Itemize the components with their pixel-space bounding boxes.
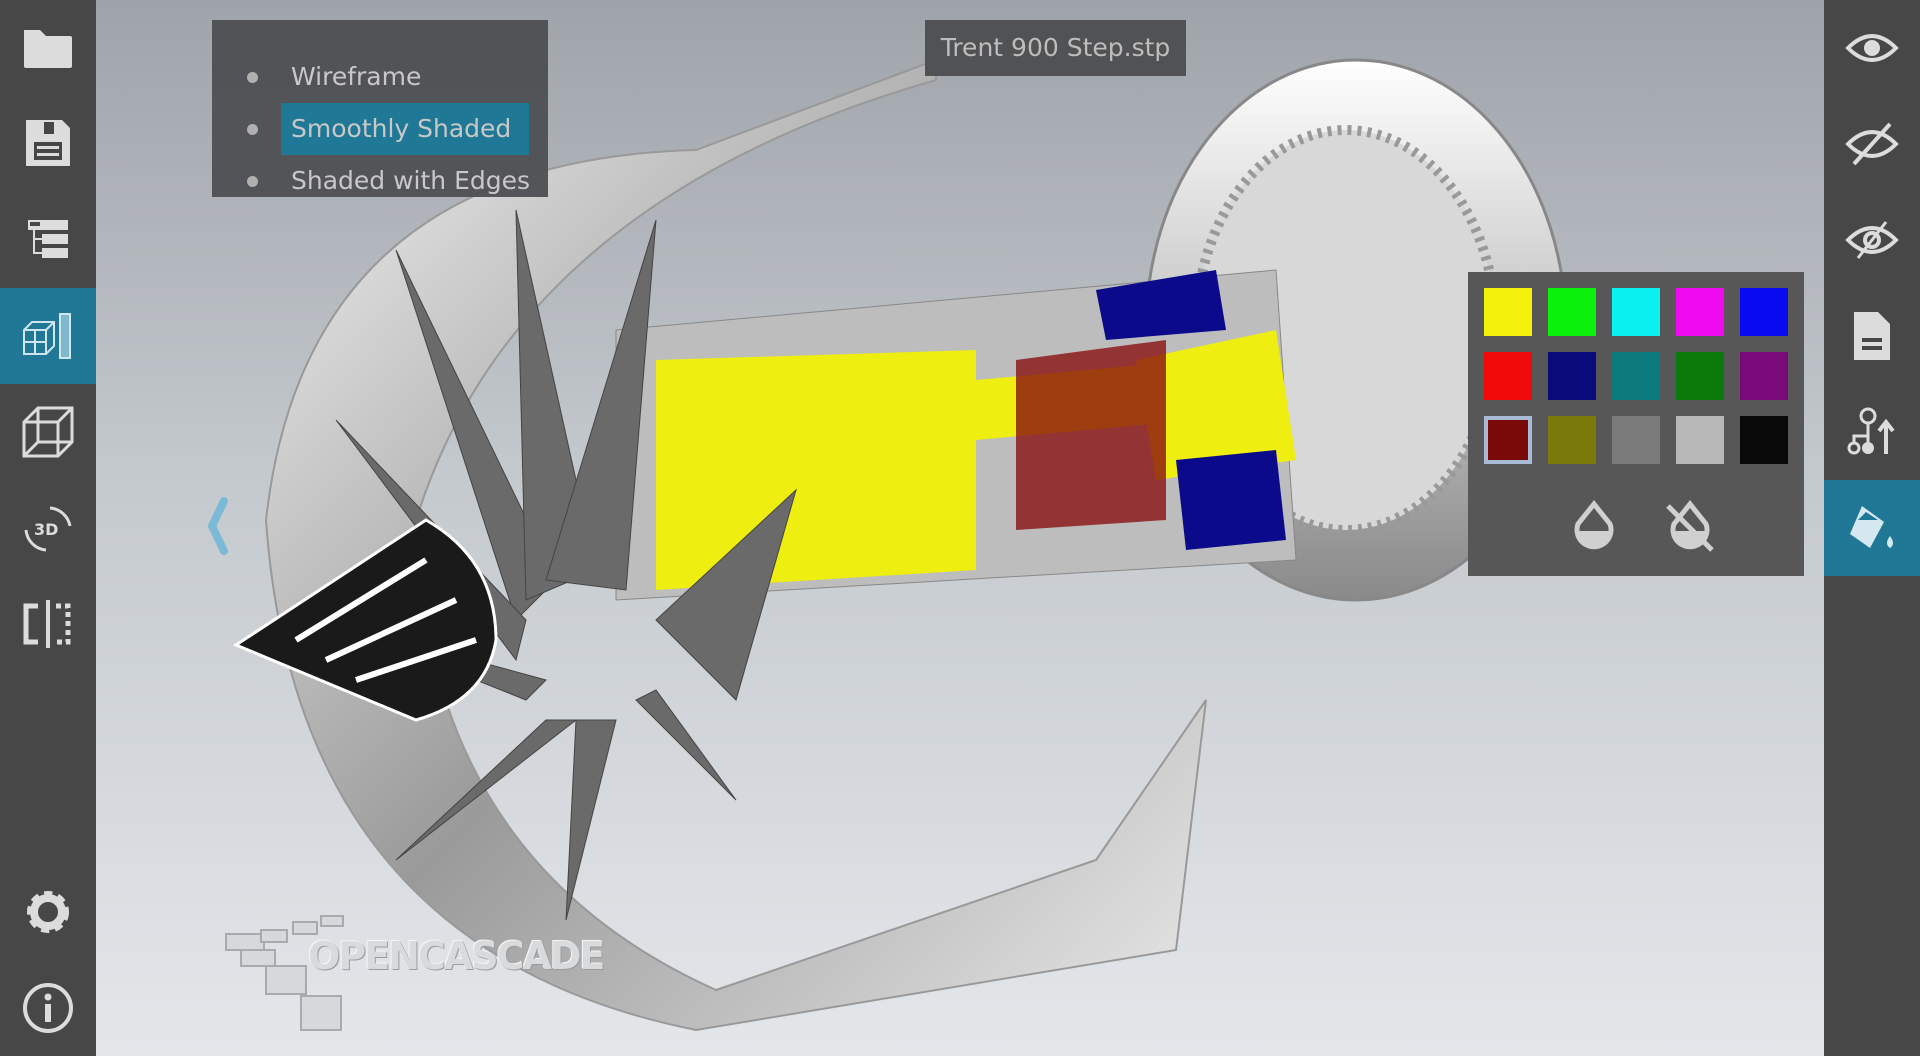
show-button[interactable] bbox=[1824, 0, 1920, 96]
tree-icon bbox=[28, 220, 68, 258]
settings-button[interactable] bbox=[0, 864, 96, 960]
color-swatch[interactable] bbox=[1548, 352, 1596, 400]
color-swatch[interactable] bbox=[1612, 416, 1660, 464]
bullet-icon bbox=[247, 124, 258, 135]
display-mode-icon bbox=[23, 313, 71, 359]
menu-item-shaded-with-edges[interactable]: Shaded with Edges bbox=[212, 155, 548, 207]
color-swatch[interactable] bbox=[1484, 416, 1532, 464]
about-button[interactable] bbox=[0, 960, 96, 1056]
transparency-off-button[interactable] bbox=[1662, 498, 1718, 554]
model-tree-button[interactable] bbox=[0, 192, 96, 288]
eye-off-icon bbox=[1845, 122, 1899, 166]
display-mode-button[interactable] bbox=[0, 288, 96, 384]
view-box-button[interactable] bbox=[0, 384, 96, 480]
color-swatch[interactable] bbox=[1548, 288, 1596, 336]
transparency-off-icon bbox=[1666, 499, 1714, 552]
menu-item-label: Smoothly Shaded bbox=[281, 103, 529, 155]
color-palette-panel bbox=[1468, 272, 1804, 576]
menu-item-label: Wireframe bbox=[291, 62, 422, 91]
wireframe-box-icon bbox=[22, 406, 74, 458]
color-swatch[interactable] bbox=[1612, 288, 1660, 336]
transparency-icon bbox=[1574, 499, 1614, 550]
rotate-3d-icon: 3D bbox=[24, 506, 72, 552]
color-swatch[interactable] bbox=[1676, 288, 1724, 336]
color-swatch[interactable] bbox=[1676, 416, 1724, 464]
clipping-plane-button[interactable] bbox=[0, 576, 96, 672]
menu-item-wireframe[interactable]: Wireframe bbox=[212, 51, 548, 103]
bullet-icon bbox=[247, 72, 258, 83]
paint-bucket-icon bbox=[1850, 506, 1893, 548]
left-toolbar: 3D bbox=[0, 0, 96, 1056]
3d-viewport[interactable]: OPENCASCADE Z X Trent 900 Step.stp Wiref… bbox=[96, 0, 1920, 1056]
right-toolbar bbox=[1824, 0, 1920, 1056]
menu-item-smoothly-shaded[interactable]: Smoothly Shaded bbox=[212, 103, 548, 155]
properties-button[interactable] bbox=[1824, 288, 1920, 384]
info-icon bbox=[23, 983, 73, 1033]
document-title: Trent 900 Step.stp bbox=[925, 20, 1186, 76]
color-swatch[interactable] bbox=[1740, 288, 1788, 336]
eye-icon bbox=[1845, 34, 1899, 62]
save-button[interactable] bbox=[0, 96, 96, 192]
color-button[interactable] bbox=[1824, 480, 1920, 576]
hide-button[interactable] bbox=[1824, 96, 1920, 192]
show-only-button[interactable] bbox=[1824, 192, 1920, 288]
document-icon bbox=[1854, 312, 1890, 360]
gear-icon bbox=[27, 891, 69, 933]
color-swatch[interactable] bbox=[1612, 352, 1660, 400]
display-mode-menu: Wireframe Smoothly Shaded Shaded with Ed… bbox=[212, 20, 548, 197]
color-swatch[interactable] bbox=[1484, 288, 1532, 336]
eye-outline-icon bbox=[1845, 221, 1899, 259]
color-swatch[interactable] bbox=[1676, 352, 1724, 400]
transparency-button[interactable] bbox=[1566, 498, 1622, 554]
save-icon bbox=[26, 120, 70, 166]
menu-item-label: Shaded with Edges bbox=[291, 166, 531, 195]
bullet-icon bbox=[247, 176, 258, 187]
clipping-plane-icon bbox=[23, 600, 71, 648]
color-swatch[interactable] bbox=[1740, 416, 1788, 464]
collapse-chevron-icon[interactable] bbox=[206, 495, 230, 557]
hierarchy-arrow-icon bbox=[1847, 407, 1895, 455]
opencascade-logo-text: OPENCASCADE bbox=[308, 934, 605, 978]
color-swatch[interactable] bbox=[1740, 352, 1788, 400]
open-file-button[interactable] bbox=[0, 0, 96, 96]
color-swatch[interactable] bbox=[1548, 416, 1596, 464]
rotate-3d-button[interactable]: 3D bbox=[0, 480, 96, 576]
hierarchy-button[interactable] bbox=[1824, 384, 1920, 480]
folder-icon bbox=[24, 30, 72, 68]
svg-text:3D: 3D bbox=[34, 520, 58, 539]
color-swatch[interactable] bbox=[1484, 352, 1532, 400]
